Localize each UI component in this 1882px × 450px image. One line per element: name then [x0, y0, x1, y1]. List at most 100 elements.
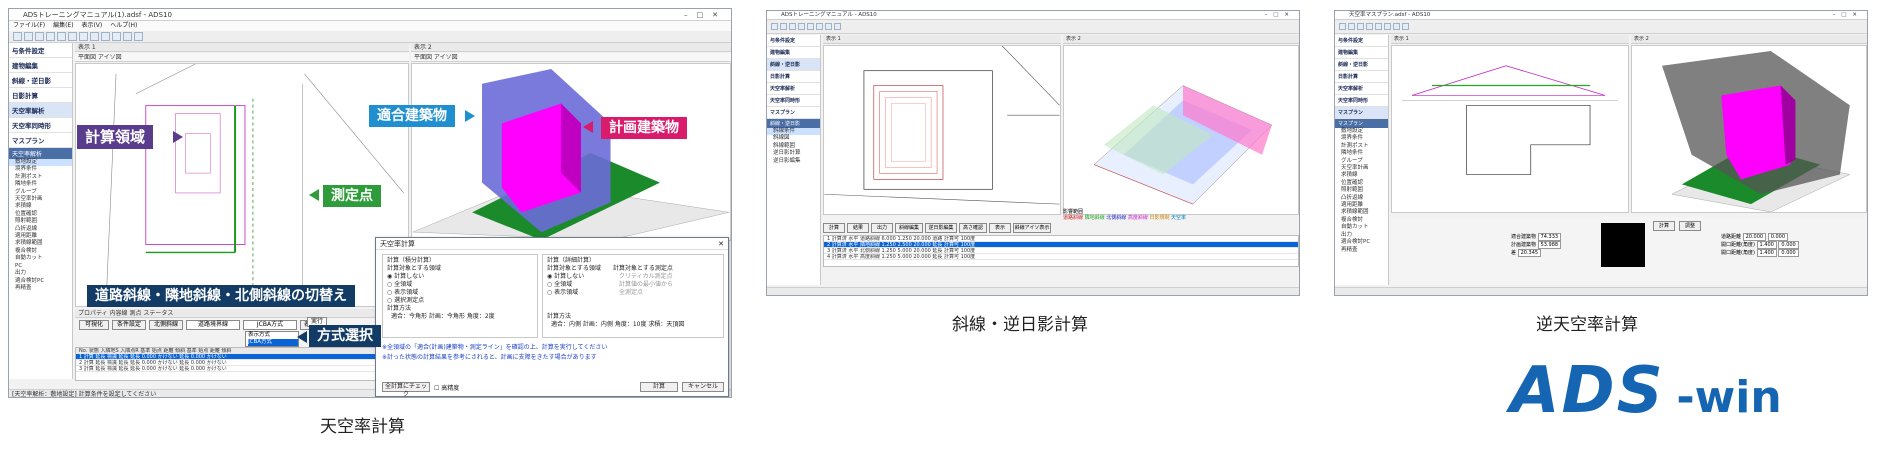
sidebar-item[interactable]: グループ: [9, 189, 72, 196]
sidebar-head-sky[interactable]: 天空率解析: [9, 103, 72, 118]
field-value[interactable]: 0.000: [1778, 249, 1799, 257]
radio-selected-points[interactable]: ○ 選択測定点: [387, 297, 533, 305]
sidebar-item[interactable]: 再精査: [1335, 247, 1388, 254]
slope-plan-view[interactable]: [823, 45, 1061, 215]
undo-icon[interactable]: [1366, 23, 1373, 30]
sidebar-head-conditions[interactable]: 与条件設定: [1335, 35, 1388, 47]
sidebar-item[interactable]: 求積線: [9, 203, 72, 210]
3d-view-icon[interactable]: [816, 23, 823, 30]
sidebar-item[interactable]: 適合検討PC: [9, 278, 72, 285]
sidebar-item[interactable]: 自動カット: [9, 255, 72, 262]
visualize-button[interactable]: 可視化: [79, 320, 109, 330]
calc-button[interactable]: 計算: [1653, 221, 1675, 231]
sidebar-head-building[interactable]: 建物編集: [9, 58, 72, 73]
view-left-tabs[interactable]: 平面図 アイソ図: [75, 53, 409, 62]
sidebar-head-shadow[interactable]: 日影計算: [767, 71, 820, 83]
sidebar-head-sky-same[interactable]: 天空率同時形: [9, 118, 72, 133]
iso-view-icon[interactable]: [112, 32, 121, 41]
menu-help[interactable]: ヘルプ(H): [110, 22, 137, 29]
sidebar-item[interactable]: 隣地条件: [9, 181, 72, 188]
open-icon[interactable]: [1348, 23, 1355, 30]
open-icon[interactable]: [780, 23, 787, 30]
sidebar-head-shadow[interactable]: 日影計算: [9, 88, 72, 103]
sidebar-item[interactable]: 隣地条件: [1335, 150, 1388, 157]
sidebar-item[interactable]: 境界条件: [1335, 135, 1388, 142]
sidebar-item[interactable]: 凸折返線: [9, 226, 72, 233]
table-row[interactable]: 4 計算済 水平 高度斜線 1.250 5.000 20.000 延長 計算可 …: [824, 254, 1298, 260]
sidebar-item[interactable]: 凸折返線: [1335, 195, 1388, 202]
help-icon[interactable]: [134, 32, 143, 41]
2d-view-icon[interactable]: [90, 32, 99, 41]
sidebar-head-building[interactable]: 建物編集: [767, 47, 820, 59]
zoom-icon[interactable]: [825, 23, 832, 30]
sidebar-head-slope[interactable]: 斜線・逆日影: [1335, 59, 1388, 71]
sidebar-item[interactable]: 出力: [9, 270, 72, 277]
view-right-tab-labels[interactable]: 平面図 アイソ図: [414, 54, 458, 61]
sidebar-item[interactable]: 自動カット: [1335, 224, 1388, 231]
tab-calc[interactable]: 計算: [823, 223, 845, 233]
3d-view-icon[interactable]: [1384, 23, 1391, 30]
sidebar-head-conditions[interactable]: 与条件設定: [767, 35, 820, 47]
tab-slope-edit[interactable]: 斜線編集: [895, 223, 923, 233]
radio-all-area[interactable]: ○ 全領域: [387, 281, 533, 289]
tab-height-check[interactable]: 高さ確認: [959, 223, 987, 233]
tab-result[interactable]: 結果: [847, 223, 869, 233]
field-value[interactable]: 20.345: [1517, 249, 1542, 257]
redo-icon[interactable]: [68, 32, 77, 41]
zoom-icon[interactable]: [123, 32, 132, 41]
field-value[interactable]: 1.400: [1756, 249, 1777, 257]
menu-edit[interactable]: 編集(E): [53, 22, 73, 29]
tab-shadow-edit[interactable]: 逆日影編集: [925, 223, 957, 233]
method-dropdown[interactable]: 表示方式 JCBA方式: [245, 331, 299, 347]
window-controls[interactable]: –□✕: [1264, 11, 1295, 20]
view-right-tabs[interactable]: 平面図 アイソ図: [411, 53, 731, 62]
sidebar-item[interactable]: 適合検討PC: [1335, 239, 1388, 246]
points-opt-min[interactable]: 計算値の最小値から: [619, 281, 673, 289]
menu-file[interactable]: ファイル(F): [13, 22, 45, 29]
tab-slope-iso[interactable]: 斜線アイソ表示: [1013, 223, 1051, 233]
props-tabs[interactable]: プロパティ 内容線 測点 ステータス: [78, 310, 173, 317]
sidebar-item[interactable]: 再精査: [9, 285, 72, 292]
condition-grid[interactable]: No. 状態 入隣地S 入隣点R 基準 始点 距離 傾斜 基準 始点 距離 傾斜…: [75, 347, 399, 381]
field-value[interactable]: 74.333: [1537, 233, 1562, 241]
sidebar-head-mass[interactable]: マスプラン: [767, 107, 820, 119]
undo-icon[interactable]: [57, 32, 66, 41]
save-icon[interactable]: [1357, 23, 1364, 30]
sidebar-item[interactable]: 求積線範囲: [1335, 209, 1388, 216]
sidebar-item[interactable]: PC: [9, 263, 72, 270]
new-icon[interactable]: [13, 32, 22, 41]
sidebar-head-sky-same[interactable]: 天空率同時形: [1335, 95, 1388, 107]
cancel-button[interactable]: キャンセル: [682, 382, 724, 392]
radio-visible-area[interactable]: ○ 表示領域: [387, 289, 533, 297]
condition-button[interactable]: 条件設定: [112, 320, 146, 330]
tab-output[interactable]: 出力: [871, 223, 893, 233]
mass-iso-view[interactable]: [1631, 45, 1867, 213]
print-icon[interactable]: [46, 32, 55, 41]
mass-plan-view[interactable]: [1391, 45, 1629, 213]
dropdown-option-jcba[interactable]: JCBA方式: [248, 339, 298, 346]
menu-view[interactable]: 表示(V): [81, 22, 102, 29]
open-icon[interactable]: [24, 32, 33, 41]
window-controls[interactable]: –□✕: [1832, 11, 1863, 20]
window-controls[interactable]: –□✕: [684, 9, 727, 21]
slope-result-grid[interactable]: 1 計算済 水平 道路斜線 6.000 1.250 20.000 道路 計算可 …: [823, 235, 1299, 267]
sidebar-head-sky[interactable]: 天空率解析: [767, 83, 820, 95]
boundary-select[interactable]: 道路境界線: [186, 320, 240, 330]
2d-view-icon[interactable]: [1375, 23, 1382, 30]
points-opt-all[interactable]: 全測定点: [619, 289, 643, 297]
sidebar-item[interactable]: 照射範囲: [1335, 187, 1388, 194]
slope-iso-view[interactable]: [1063, 45, 1299, 215]
check-all-button[interactable]: 全計算にチェック: [382, 382, 430, 397]
calc-button[interactable]: 計算: [640, 382, 678, 392]
field-value[interactable]: 1.400: [1756, 241, 1777, 249]
zoom-icon[interactable]: [1393, 23, 1400, 30]
help-icon[interactable]: [1402, 23, 1409, 30]
sidebar-item[interactable]: 逆日影計算: [767, 150, 820, 157]
save-icon[interactable]: [789, 23, 796, 30]
sidebar-head-sky-same[interactable]: 天空率同時形: [767, 95, 820, 107]
sidebar-head-mass[interactable]: マスプラン: [9, 133, 72, 148]
new-icon[interactable]: [1339, 23, 1346, 30]
dropdown-option-display[interactable]: 表示方式: [248, 332, 298, 339]
points-opt-critical[interactable]: クリティカル測定点: [619, 273, 673, 281]
field-value[interactable]: 0.000: [1767, 233, 1789, 241]
